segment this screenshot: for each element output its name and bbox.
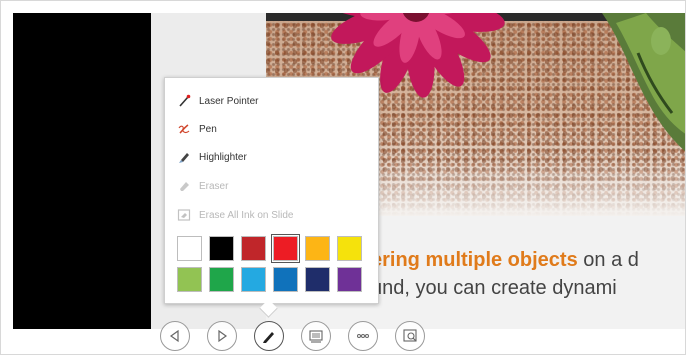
presentation-view: ering multiple objects on a d und, you c… (0, 0, 686, 355)
color-swatch-purple[interactable] (337, 267, 362, 292)
menu-item-label: Eraser (199, 180, 229, 192)
zoom-icon (403, 329, 417, 342)
more-options-button[interactable] (348, 321, 378, 351)
color-swatch-orange[interactable] (305, 236, 330, 261)
highlighter-icon (179, 153, 189, 163)
menu-item-erase-all-ink[interactable]: Erase All Ink on Slide (177, 204, 294, 226)
see-all-slides-icon (309, 330, 323, 343)
color-swatch-dark-blue[interactable] (305, 267, 330, 292)
zoom-button[interactable] (395, 321, 425, 351)
menu-item-laser-pointer[interactable]: Laser Pointer (177, 90, 258, 112)
color-swatch-white[interactable] (177, 236, 202, 261)
erase-all-icon (177, 209, 191, 221)
pen-icon (178, 124, 190, 134)
see-all-slides-button[interactable] (301, 321, 331, 351)
previous-slide-button[interactable] (160, 321, 190, 351)
pen-tools-menu: Laser Pointer Pen Highlighter Eraser Era… (164, 77, 379, 318)
color-swatch-black[interactable] (209, 236, 234, 261)
menu-item-label: Laser Pointer (199, 95, 259, 107)
menu-item-label: Highlighter (199, 151, 247, 163)
menu-item-label: Pen (199, 123, 217, 135)
color-swatch-light-blue[interactable] (241, 267, 266, 292)
menu-item-eraser[interactable]: Eraser (177, 175, 228, 197)
caption-highlight: ering multiple objects (371, 249, 578, 271)
black-sidebar-area (13, 13, 151, 329)
menu-item-label: Erase All Ink on Slide (199, 209, 294, 221)
color-swatch-green[interactable] (209, 267, 234, 292)
caption-line1: on a d (577, 249, 639, 271)
color-swatch-yellow[interactable] (337, 236, 362, 261)
laser-pointer-icon (179, 94, 191, 107)
more-options-icon (357, 334, 369, 338)
eraser-icon (180, 182, 189, 191)
color-swatch-blue[interactable] (273, 267, 298, 292)
next-slide-button[interactable] (207, 321, 237, 351)
pen-tools-button[interactable] (254, 321, 284, 351)
pen-tools-icon (263, 332, 274, 343)
menu-item-pen[interactable]: Pen (177, 118, 217, 140)
slide-caption: ering multiple objects on a d und, you c… (371, 246, 685, 302)
menu-item-highlighter[interactable]: Highlighter (177, 146, 247, 168)
color-swatch-red[interactable] (271, 234, 300, 263)
previous-slide-icon (169, 329, 179, 343)
color-swatch-light-green[interactable] (177, 267, 202, 292)
color-swatch-dark-red[interactable] (241, 236, 266, 261)
caption-line2: und, you can create dynami (371, 277, 617, 299)
next-slide-icon (218, 329, 228, 343)
slideshow-toolbar (156, 319, 436, 353)
